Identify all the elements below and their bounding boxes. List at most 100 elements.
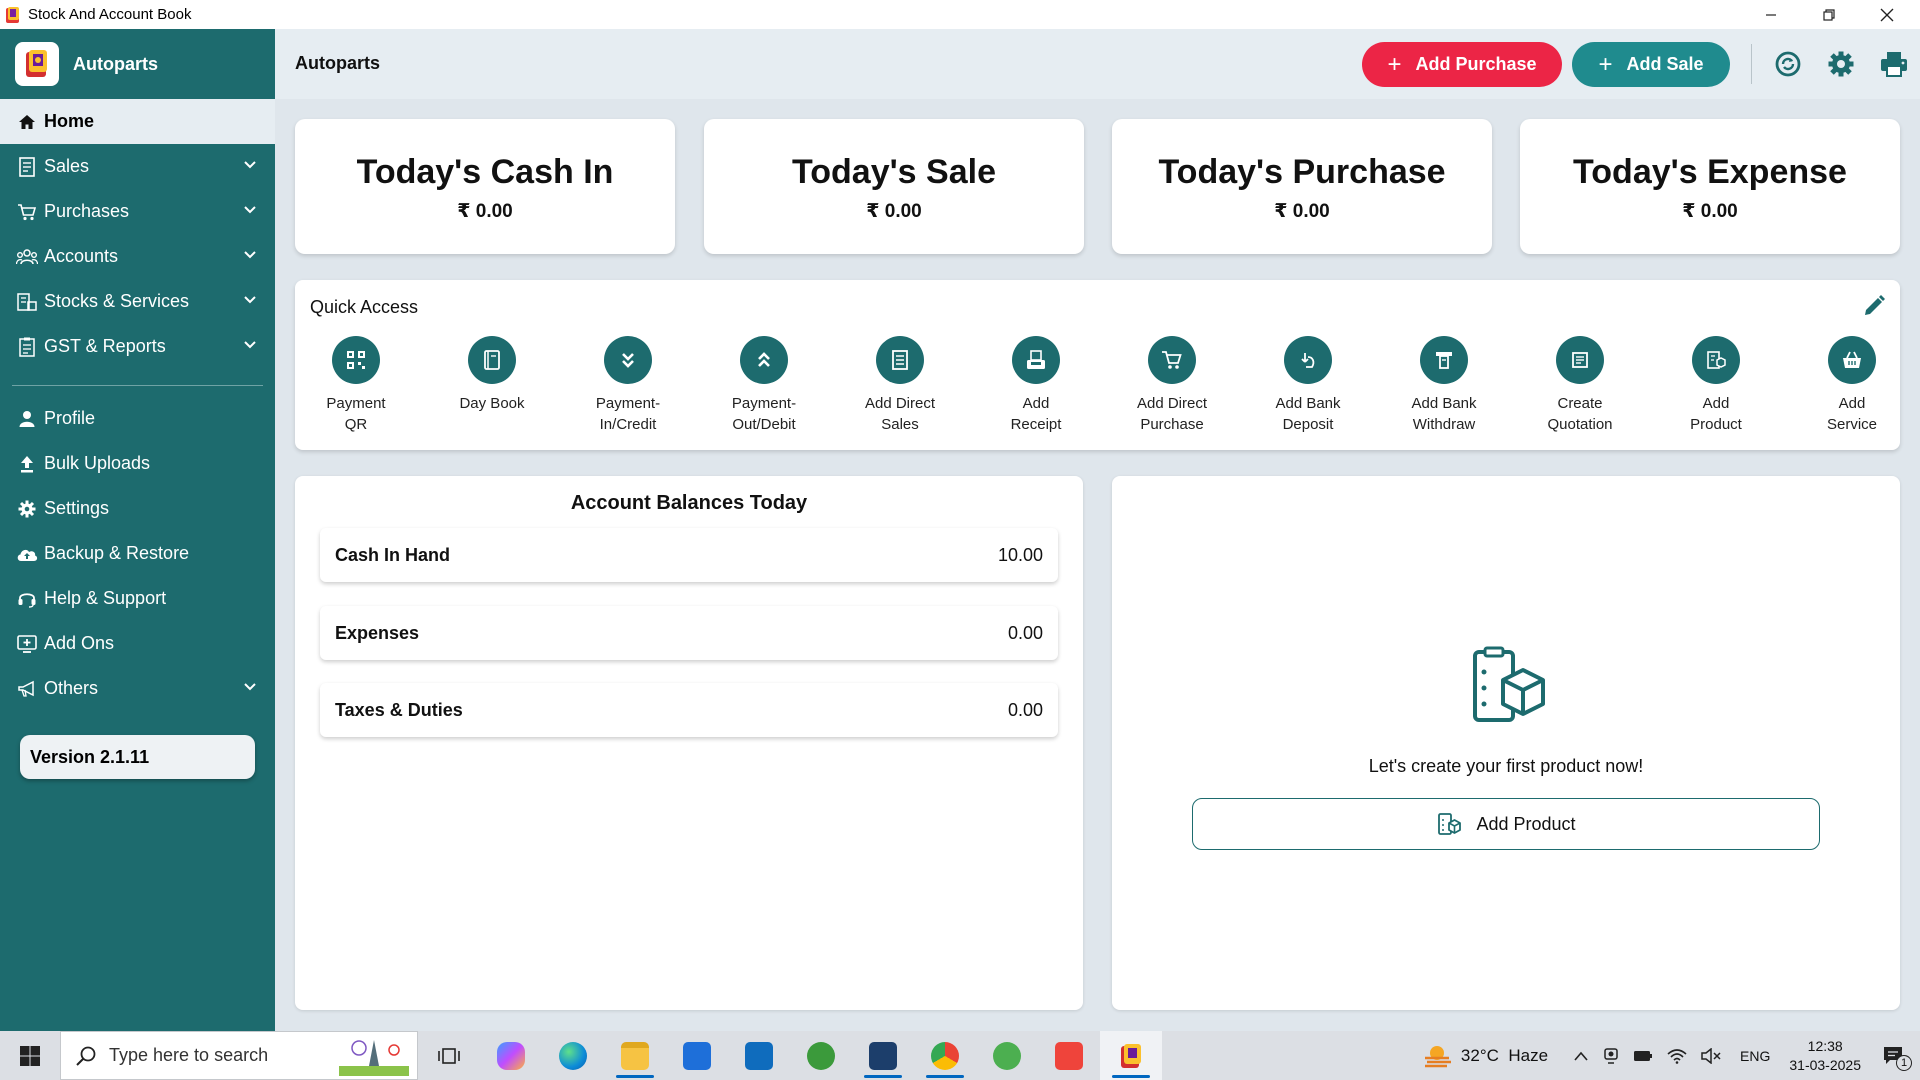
sidebar-item-label: Accounts [44,246,119,266]
sidebar-item-help-support[interactable]: Help & Support [0,576,275,621]
sidebar-item-label: Backup & Restore [44,543,190,563]
volume-muted-icon [1701,1047,1721,1064]
sidebar-item-gst-reports[interactable]: GST & Reports [0,324,275,369]
taskbar-edge[interactable] [542,1031,604,1080]
home-icon [16,111,38,133]
quick-add-direct-sales[interactable]: Add Direct Sales [832,336,968,435]
sidebar-item-stocks-services[interactable]: Stocks & Services [0,279,275,324]
sidebar-item-add-ons[interactable]: Add Ons [0,621,275,666]
anydesk-icon [1055,1041,1083,1070]
sidebar-item-others[interactable]: Others [0,666,275,711]
quick-payment-in[interactable]: Payment- In/Credit [560,336,696,435]
balance-label: Taxes & Duties [335,699,463,720]
deposit-icon [1284,336,1332,384]
taskbar-app-green-1[interactable] [790,1031,852,1080]
balance-row-taxes-duties[interactable]: Taxes & Duties 0.00 [320,683,1058,737]
taskbar-outlook[interactable] [728,1031,790,1080]
print-button[interactable] [1879,49,1909,79]
sidebar-item-bulk-uploads[interactable]: Bulk Uploads [0,441,275,486]
withdraw-icon [1420,336,1468,384]
product-icon [1692,336,1740,384]
restore-button[interactable] [1800,0,1858,29]
sidebar-item-purchases[interactable]: Purchases [0,189,275,234]
taskbar-anydesk[interactable] [1038,1031,1100,1080]
stat-label: Today's Cash In [356,153,614,191]
quick-add-product[interactable]: Add Product [1648,336,1784,435]
quick-item-label: Payment- [731,395,797,412]
gear-icon [16,498,38,520]
weather-widget[interactable]: 32°C Haze [1423,1044,1548,1068]
taskbar-copilot[interactable] [480,1031,542,1080]
add-purchase-button[interactable]: + Add Purchase [1362,42,1562,87]
pencil-icon[interactable] [1862,294,1886,318]
minimize-button[interactable] [1742,0,1800,29]
quick-payment-qr[interactable]: Payment QR [288,336,424,435]
stat-label: Today's Purchase [1158,153,1446,191]
close-button[interactable] [1858,0,1916,29]
notification-count-badge: 1 [1896,1054,1912,1071]
sync-button[interactable] [1773,49,1803,79]
quick-add-service[interactable]: Add Service [1784,336,1920,435]
tray-meet-icon[interactable] [1603,1047,1619,1065]
settings-button[interactable] [1826,49,1856,79]
task-view-button[interactable] [418,1031,480,1080]
printer-icon [1881,52,1907,77]
input-language[interactable]: ENG [1740,1048,1770,1064]
quick-day-book[interactable]: Day Book [424,336,560,414]
taskbar-file-explorer[interactable] [604,1031,666,1080]
taskbar-app-green-2[interactable] [976,1031,1038,1080]
sidebar-item-home[interactable]: Home [0,99,275,144]
balance-value: 10.00 [997,544,1043,565]
notification-center-button[interactable]: 1 [1882,1045,1912,1071]
quick-access-title: Quick Access [310,297,419,317]
brand[interactable]: Autoparts [0,29,275,99]
tray-battery[interactable] [1633,1050,1653,1062]
start-button[interactable] [0,1031,60,1080]
taskbar-vm-app[interactable] [852,1031,914,1080]
cart-icon [16,201,38,223]
stat-card-cash-in[interactable]: Today's Cash In ₹ 0.00 [295,119,675,254]
quick-create-quotation[interactable]: Create Quotation [1512,336,1648,435]
balance-row-expenses[interactable]: Expenses 0.00 [320,606,1058,660]
sidebar-item-label: Purchases [44,201,130,221]
quick-add-direct-purchase[interactable]: Add Direct Purchase [1104,336,1240,435]
windows-logo-icon [20,1045,40,1066]
quick-item-label: Add [1702,395,1730,412]
tray-network[interactable] [1667,1048,1687,1064]
balance-row-cash-in-hand[interactable]: Cash In Hand 10.00 [320,528,1058,582]
sidebar-item-settings[interactable]: Settings [0,486,275,531]
stat-card-purchase[interactable]: Today's Purchase ₹ 0.00 [1112,119,1492,254]
taskbar-stock-account-book[interactable] [1100,1031,1162,1080]
quick-payment-out[interactable]: Payment- Out/Debit [696,336,832,435]
app-logo-icon [6,6,19,23]
balance-value: 0.00 [1007,622,1043,643]
sidebar-item-profile[interactable]: Profile [0,396,275,441]
add-sale-button[interactable]: + Add Sale [1572,42,1730,87]
sidebar-item-sales[interactable]: Sales [0,144,275,189]
edge-icon [559,1041,587,1070]
taskbar-store[interactable] [666,1031,728,1080]
window-titlebar: Stock And Account Book [0,0,1920,29]
quick-item-label: Add Bank [1411,395,1477,412]
quick-add-bank-deposit[interactable]: Add Bank Deposit [1240,336,1376,435]
quotation-icon [1556,336,1604,384]
stat-card-expense[interactable]: Today's Expense ₹ 0.00 [1520,119,1900,254]
restore-icon [1823,8,1835,21]
quick-add-bank-withdraw[interactable]: Add Bank Withdraw [1376,336,1512,435]
chevrons-down-icon [604,336,652,384]
tray-volume[interactable] [1701,1047,1721,1064]
sidebar-item-label: Settings [44,498,110,518]
taskbar-chrome[interactable] [914,1031,976,1080]
quick-add-receipt[interactable]: Add Receipt [968,336,1104,435]
taskbar-search[interactable] [60,1031,418,1080]
sidebar-item-backup-restore[interactable]: Backup & Restore [0,531,275,576]
chevron-down-icon [244,251,256,259]
clock[interactable]: 12:38 31-03-2025 [1789,1037,1861,1075]
search-input[interactable] [109,1045,329,1066]
tray-overflow-button[interactable] [1573,1050,1589,1062]
add-product-button[interactable]: Add Product [1192,798,1820,850]
sidebar-item-accounts[interactable]: Accounts [0,234,275,279]
stat-card-sale[interactable]: Today's Sale ₹ 0.00 [704,119,1084,254]
stat-value: ₹ 0.00 [866,201,922,222]
gear-icon [1828,51,1854,77]
